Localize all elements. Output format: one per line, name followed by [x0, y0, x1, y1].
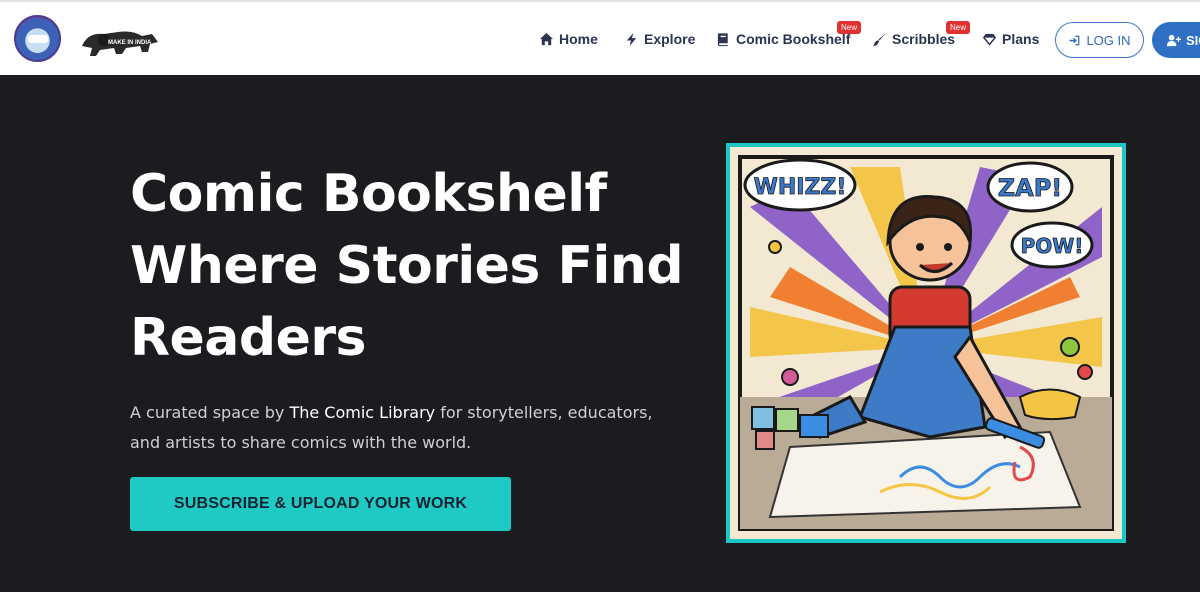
nav-home-label: Home [559, 31, 598, 47]
user-plus-icon [1166, 34, 1181, 46]
bubble-pow: POW! [1021, 234, 1084, 258]
hero-sub-post: for storytellers, educators, [435, 403, 653, 422]
hero-subtitle: A curated space by The Comic Library for… [130, 398, 710, 458]
new-badge-bookshelf: New [837, 21, 862, 34]
sign-in-icon [1070, 35, 1080, 45]
hero-title-line: Readers [130, 308, 366, 368]
new-badge-scribbles: New [946, 21, 971, 34]
login-button[interactable]: LOG IN [1055, 22, 1144, 58]
comic-library-logo[interactable] [14, 15, 61, 62]
nav-explore-label: Explore [644, 31, 696, 47]
home-icon [539, 32, 554, 45]
hero-sub-pre: A curated space by [130, 403, 290, 422]
bolt-icon [626, 32, 637, 46]
comic-art-svg: WHIZZ! ZAP! POW! [730, 147, 1122, 539]
bubble-whizz: WHIZZ! [754, 175, 847, 200]
nav-comic-bookshelf[interactable]: Comic Bookshelf [716, 31, 850, 47]
hero-sub-brand: The Comic Library [289, 403, 436, 422]
book-icon [717, 32, 728, 46]
nav-plans[interactable]: Plans [982, 31, 1039, 47]
nav-scribbles-label: Scribbles [892, 31, 956, 47]
nav-plans-label: Plans [1002, 31, 1040, 47]
nav-explore[interactable]: Explore [624, 31, 695, 47]
signup-button[interactable]: SIG [1152, 22, 1200, 58]
diamond-icon [982, 33, 997, 46]
signup-label: SIG [1186, 32, 1200, 48]
nav-scribbles[interactable]: Scribbles [872, 31, 955, 47]
svg-text:MAKE IN INDIA: MAKE IN INDIA [108, 40, 152, 46]
make-in-india-logo: MAKE IN INDIA [82, 31, 158, 56]
hero-title-line: Comic Bookshelf [130, 164, 607, 224]
hero-title: Comic Bookshelf Where Stories Find Reade… [130, 158, 730, 374]
login-label: LOG IN [1086, 32, 1131, 48]
bubble-zap: ZAP! [998, 174, 1063, 202]
top-navbar: MAKE IN INDIA Home Explore Comic Bookshe… [0, 0, 1200, 75]
nav-home[interactable]: Home [539, 31, 598, 47]
nav-comic-bookshelf-label: Comic Bookshelf [736, 31, 851, 47]
hero-title-line: Where Stories Find [130, 236, 684, 296]
hero-sub-line2: and artists to share comics with the wor… [130, 433, 472, 452]
comic-illustration: WHIZZ! ZAP! POW! [726, 143, 1126, 543]
subscribe-upload-button[interactable]: SUBSCRIBE & UPLOAD YOUR WORK [130, 477, 511, 531]
brush-icon [872, 32, 886, 46]
